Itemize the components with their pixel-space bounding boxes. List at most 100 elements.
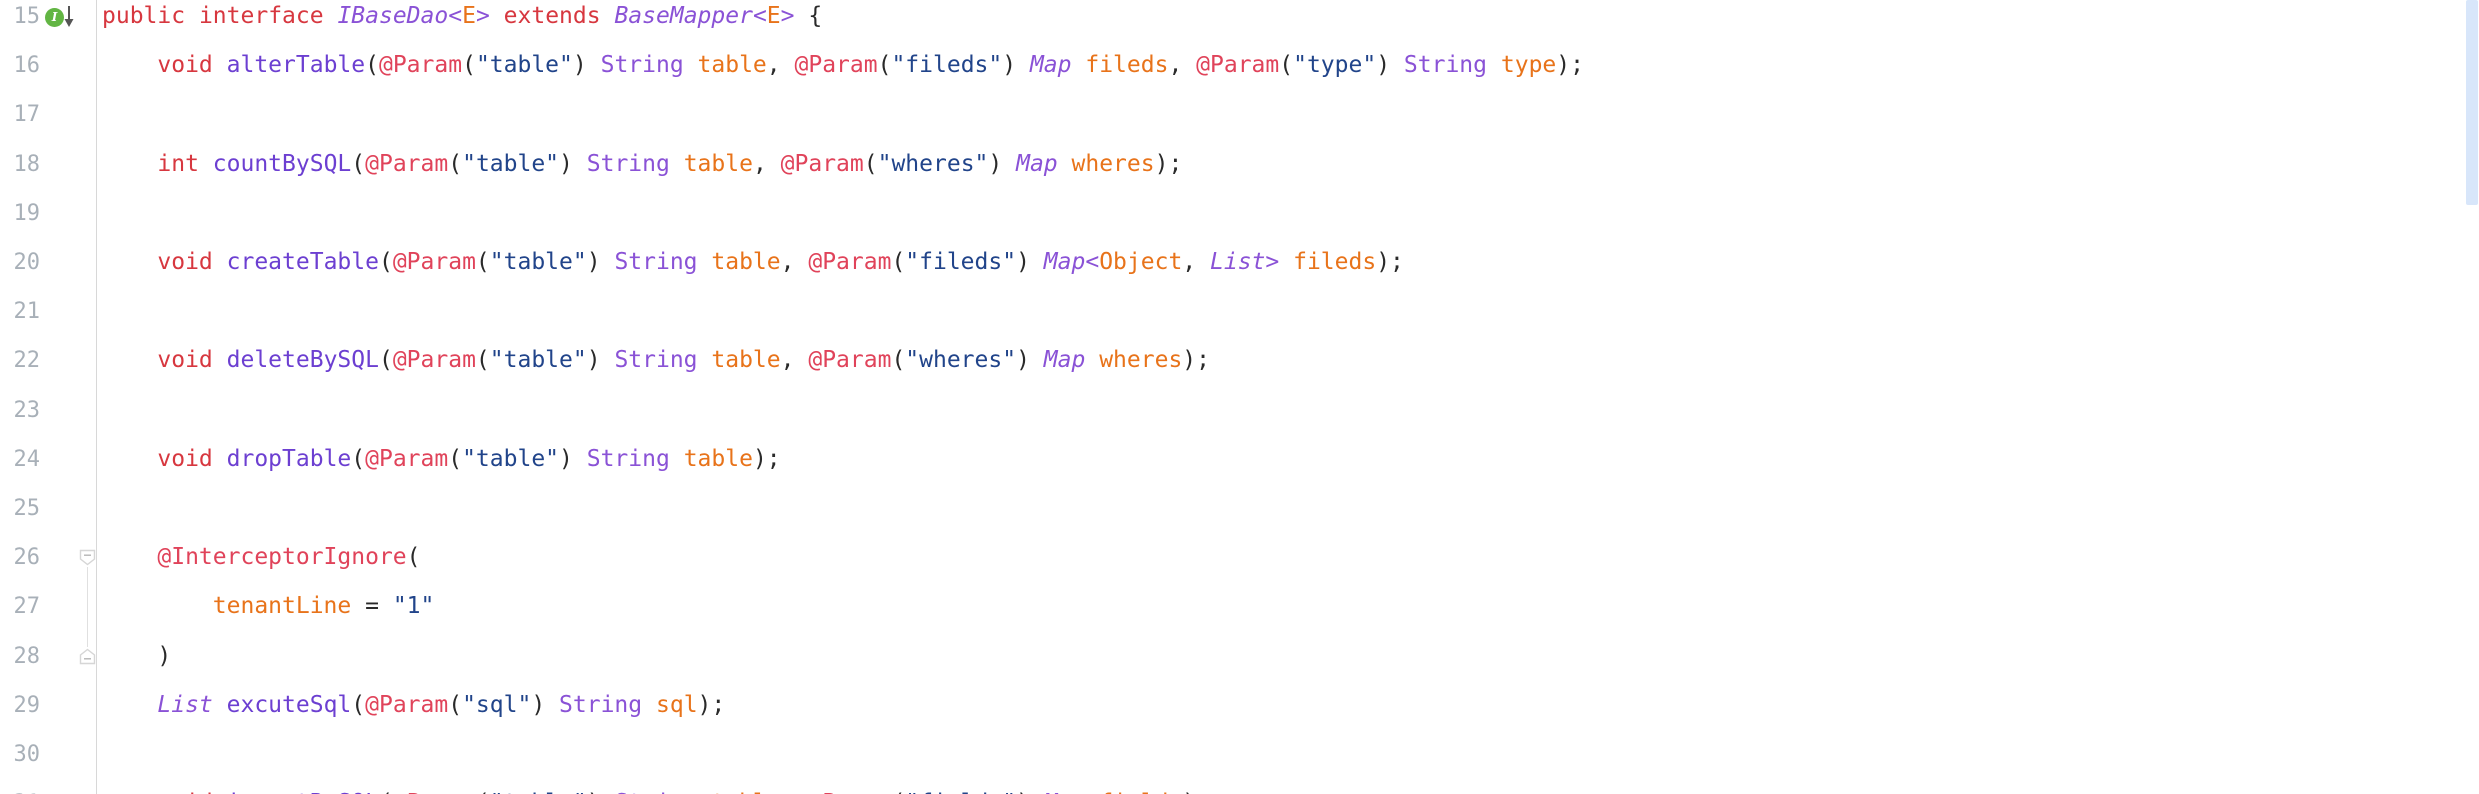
code-token: @Param: [794, 52, 878, 79]
code-token: "table": [462, 150, 560, 177]
code-token: @Param: [393, 790, 476, 794]
code-line[interactable]: public interface IBaseDao<E> extends Bas…: [97, 0, 2479, 41]
code-line[interactable]: [97, 90, 2479, 139]
code-line[interactable]: [97, 730, 2479, 779]
code-token: fields: [1099, 790, 1182, 794]
vertical-scrollbar-thumb[interactable]: [2466, 0, 2478, 205]
code-token: ): [1376, 52, 1391, 79]
gutter-row[interactable]: 17: [0, 90, 97, 139]
code-text-area[interactable]: public interface IBaseDao<E> extends Bas…: [97, 0, 2479, 794]
gutter-row[interactable]: 27: [0, 582, 97, 631]
line-number: 29: [13, 692, 41, 718]
code-line[interactable]: void dropTable(@Param("table") String ta…: [97, 435, 2479, 484]
gutter-row[interactable]: 23: [0, 386, 97, 435]
code-token: @Param: [392, 249, 476, 275]
code-line-text: @InterceptorIgnore(: [102, 544, 420, 570]
code-token: ,: [780, 347, 809, 374]
code-token: ): [587, 790, 601, 794]
implemented-by-down-arrow-icon[interactable]: [62, 5, 76, 29]
code-token: void: [157, 347, 213, 374]
code-line[interactable]: [97, 386, 2479, 435]
code-token: (: [475, 249, 490, 275]
code-line[interactable]: int countBySQL(@Param("table") String ta…: [97, 140, 2479, 189]
line-number: 25: [13, 496, 41, 521]
code-token: "type": [1293, 52, 1377, 79]
gutter-row[interactable]: 16: [0, 41, 97, 90]
vertical-scrollbar-track[interactable]: [2463, 0, 2479, 794]
code-token: @Param: [392, 347, 476, 374]
code-line[interactable]: void insertBySQL(@Param("table") String …: [97, 779, 2479, 794]
code-token: table: [683, 445, 753, 472]
code-token: ): [988, 150, 1003, 177]
gutter-row[interactable]: 20: [0, 238, 97, 287]
code-token: table: [711, 790, 780, 794]
gutter-row[interactable]: 19: [0, 189, 97, 238]
code-token: @Param: [365, 445, 449, 472]
gutter-row[interactable]: 26: [0, 533, 97, 582]
code-token: (: [351, 691, 366, 718]
gutter-row[interactable]: 18: [0, 140, 97, 189]
gutter-row[interactable]: 30: [0, 730, 97, 779]
implementation-marker[interactable]: I: [45, 4, 85, 30]
code-line-text: void deleteBySQL(@Param("table") String …: [102, 347, 1210, 373]
code-token: "fields": [905, 790, 1016, 794]
gutter-row[interactable]: 29: [0, 681, 97, 730]
code-token: table: [711, 249, 781, 275]
code-line[interactable]: [97, 189, 2479, 238]
fold-collapse-icon[interactable]: [79, 549, 96, 566]
code-token: BaseMapper: [614, 3, 753, 29]
code-line[interactable]: void deleteBySQL(@Param("table") String …: [97, 336, 2479, 385]
gutter-row[interactable]: 21: [0, 287, 97, 336]
code-line[interactable]: void alterTable(@Param("table") String t…: [97, 41, 2479, 90]
code-line[interactable]: List excuteSql(@Param("sql") String sql)…: [97, 681, 2479, 730]
code-line[interactable]: ): [97, 632, 2479, 681]
gutter-row[interactable]: 25: [0, 484, 97, 533]
fold-region-connector: [87, 566, 88, 648]
code-token: ): [586, 249, 601, 275]
fold-end-icon[interactable]: [79, 648, 96, 665]
code-token: "table": [489, 249, 587, 275]
code-editor[interactable]: 15I1617181920212223242526272829303132333…: [0, 0, 2479, 794]
gutter-row[interactable]: 24: [0, 435, 97, 484]
code-token: (: [448, 691, 463, 718]
code-token: IBaseDao: [337, 3, 449, 29]
code-token: @Param: [1196, 52, 1280, 79]
gutter-row[interactable]: 31: [0, 779, 97, 794]
code-token: "fileds": [891, 52, 1003, 79]
code-line[interactable]: @InterceptorIgnore(: [97, 533, 2479, 582]
code-line[interactable]: [97, 287, 2479, 336]
code-token: @Param: [365, 150, 449, 177]
code-token: );: [1182, 790, 1210, 794]
code-token: ,: [1168, 52, 1197, 79]
code-token: E: [766, 3, 781, 29]
code-line[interactable]: tenantLine = "1": [97, 582, 2479, 631]
gutter-row[interactable]: 22: [0, 336, 97, 385]
code-token: (: [378, 249, 393, 275]
line-number: 24: [13, 446, 41, 472]
code-token: table: [711, 347, 781, 374]
editor-gutter[interactable]: 15I1617181920212223242526272829303132333…: [0, 0, 97, 794]
line-number: 15: [13, 4, 41, 29]
gutter-row[interactable]: 15 I: [0, 0, 97, 41]
code-token: countBySQL: [212, 150, 352, 177]
code-token: List: [1210, 249, 1266, 275]
code-line[interactable]: void createTable(@Param("table") String …: [97, 238, 2479, 287]
code-line[interactable]: [97, 484, 2479, 533]
code-token: );: [1154, 150, 1183, 177]
code-token: ,: [1182, 249, 1210, 275]
gutter-row[interactable]: 28: [0, 632, 97, 681]
line-number: 22: [13, 348, 41, 374]
